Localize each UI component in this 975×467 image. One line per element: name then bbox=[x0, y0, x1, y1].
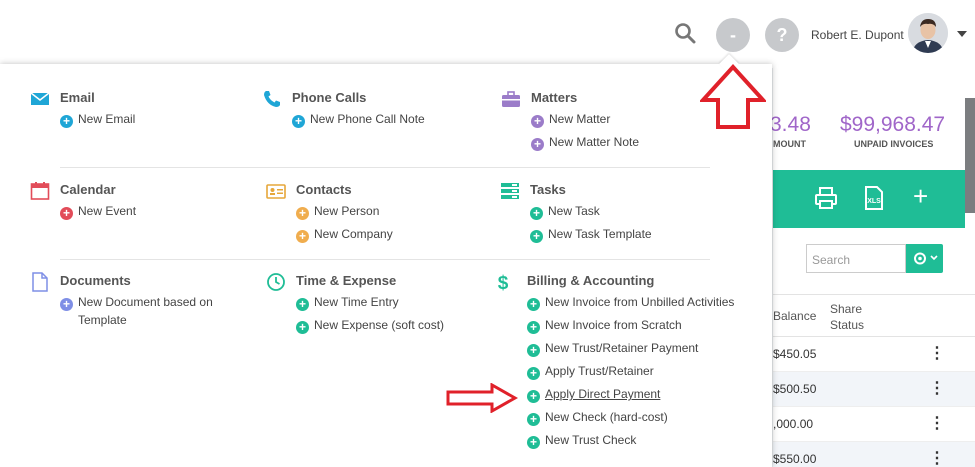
section-title: Billing & Accounting bbox=[527, 273, 655, 288]
briefcase-icon bbox=[501, 89, 521, 109]
plus-circle-icon: + bbox=[530, 207, 543, 220]
plus-circle-icon: + bbox=[60, 207, 73, 220]
kpi-unpaid-label: UNPAID INVOICES bbox=[854, 139, 934, 149]
menu-item-new-person[interactable]: + New Person bbox=[296, 202, 379, 220]
kebab-menu-icon[interactable]: ⋮ bbox=[929, 381, 945, 397]
section-title: Calendar bbox=[60, 182, 116, 197]
menu-item-new-event[interactable]: + New Event bbox=[60, 202, 136, 220]
menu-item-new-task[interactable]: + New Task bbox=[530, 202, 600, 220]
quick-add-menu: Email + New Email Phone Calls + New Phone … bbox=[0, 64, 772, 467]
help-icon[interactable]: ? bbox=[765, 18, 799, 52]
section-title: Contacts bbox=[296, 182, 352, 197]
avatar[interactable] bbox=[908, 13, 948, 53]
excel-export-icon[interactable]: XLS bbox=[861, 185, 887, 211]
plus-circle-icon: + bbox=[530, 230, 543, 243]
plus-circle-icon: + bbox=[531, 115, 544, 128]
plus-circle-icon: + bbox=[296, 321, 309, 334]
row-balance: $550.00 bbox=[773, 452, 817, 466]
menu-item-trust-payment[interactable]: + New Trust/Retainer Payment bbox=[527, 339, 698, 357]
table-row[interactable]: ,000.00 ⋮ bbox=[773, 407, 975, 442]
column-share-status[interactable]: Share Status bbox=[830, 301, 880, 333]
menu-item-new-document-from-template-line2[interactable]: Template bbox=[78, 311, 127, 329]
menu-item-new-email[interactable]: + New Email bbox=[60, 110, 135, 128]
menu-item-new-company[interactable]: + New Company bbox=[296, 225, 393, 243]
menu-item-new-check[interactable]: + New Check (hard-cost) bbox=[527, 408, 668, 426]
task-list-icon bbox=[500, 181, 520, 201]
menu-item-new-matter-note[interactable]: + New Matter Note bbox=[531, 133, 639, 151]
envelope-icon bbox=[30, 89, 50, 109]
row-balance: $450.05 bbox=[773, 347, 817, 361]
calendar-icon bbox=[30, 181, 50, 201]
table-row[interactable]: $500.50 ⋮ bbox=[773, 372, 975, 407]
add-icon[interactable]: + bbox=[913, 183, 928, 209]
section-title: Documents bbox=[60, 273, 131, 288]
menu-item-invoice-scratch[interactable]: + New Invoice from Scratch bbox=[527, 316, 682, 334]
section-title: Time & Expense bbox=[296, 273, 397, 288]
menu-item-invoice-unbilled[interactable]: + New Invoice from Unbilled Activities bbox=[527, 293, 734, 311]
print-icon[interactable] bbox=[813, 185, 839, 211]
settings-dropdown-button[interactable] bbox=[906, 244, 943, 273]
menu-item-new-task-template[interactable]: + New Task Template bbox=[530, 225, 652, 243]
plus-circle-icon: + bbox=[527, 390, 540, 403]
table-row[interactable]: $550.00 ⋮ bbox=[773, 442, 975, 467]
clock-icon bbox=[266, 272, 286, 292]
plus-circle-icon: + bbox=[527, 298, 540, 311]
chevron-down-icon[interactable] bbox=[957, 31, 967, 37]
menu-item-new-document-from-template[interactable]: + New Document based on bbox=[60, 293, 213, 311]
row-balance: ,000.00 bbox=[773, 417, 814, 431]
plus-circle-icon: + bbox=[527, 436, 540, 449]
menu-item-apply-trust[interactable]: + Apply Trust/Retainer bbox=[527, 362, 654, 380]
plus-circle-icon: + bbox=[527, 367, 540, 380]
phone-icon bbox=[262, 89, 282, 109]
row-balance: $500.50 bbox=[773, 382, 817, 396]
divider bbox=[60, 259, 710, 260]
up-arrow-annotation-icon bbox=[700, 64, 766, 129]
table-row[interactable]: $450.05 ⋮ bbox=[773, 337, 975, 372]
table-header: Balance Share Status bbox=[773, 294, 975, 337]
plus-circle-icon: + bbox=[531, 138, 544, 151]
plus-circle-icon: + bbox=[60, 298, 73, 311]
svg-text:XLS: XLS bbox=[867, 198, 881, 205]
divider bbox=[60, 167, 710, 168]
menu-item-new-expense[interactable]: + New Expense (soft cost) bbox=[296, 316, 444, 334]
svg-text:$: $ bbox=[498, 273, 509, 292]
plus-circle-icon: + bbox=[527, 321, 540, 334]
right-arrow-annotation-icon bbox=[446, 383, 518, 413]
menu-item-new-trust-check[interactable]: + New Trust Check bbox=[527, 431, 636, 449]
user-name[interactable]: Robert E. Dupont bbox=[811, 28, 904, 42]
plus-circle-icon: + bbox=[527, 413, 540, 426]
menu-item-new-time-entry[interactable]: + New Time Entry bbox=[296, 293, 399, 311]
section-title: Email bbox=[60, 90, 95, 105]
plus-circle-icon: + bbox=[60, 115, 73, 128]
menu-item-apply-direct-payment[interactable]: + Apply Direct Payment bbox=[527, 385, 660, 403]
search-input[interactable]: Search bbox=[806, 244, 906, 273]
plus-circle-icon: + bbox=[292, 115, 305, 128]
menu-item-new-matter[interactable]: + New Matter bbox=[531, 110, 610, 128]
kpi-amount-label: MOUNT bbox=[773, 139, 806, 149]
section-title: Matters bbox=[531, 90, 578, 105]
plus-circle-icon: + bbox=[296, 298, 309, 311]
menu-item-new-phone-call-note[interactable]: + New Phone Call Note bbox=[292, 110, 425, 128]
search-icon[interactable] bbox=[674, 22, 696, 44]
plus-circle-icon: + bbox=[527, 344, 540, 357]
quick-add-button[interactable]: - bbox=[716, 18, 750, 52]
side-scroll-handle[interactable] bbox=[965, 98, 975, 213]
contact-card-icon bbox=[266, 181, 286, 201]
column-balance[interactable]: Balance bbox=[773, 309, 816, 323]
kpi-unpaid-value: $99,968.47 bbox=[840, 113, 946, 136]
plus-circle-icon: + bbox=[296, 207, 309, 220]
kebab-menu-icon[interactable]: ⋮ bbox=[929, 346, 945, 362]
kebab-menu-icon[interactable]: ⋮ bbox=[929, 451, 945, 467]
section-title: Tasks bbox=[530, 182, 566, 197]
kpi-amount-value: 3.48 bbox=[770, 113, 811, 136]
dollar-icon: $ bbox=[497, 272, 517, 294]
top-header: - ? Robert E. Dupont bbox=[0, 0, 975, 68]
section-title: Phone Calls bbox=[292, 90, 367, 105]
kebab-menu-icon[interactable]: ⋮ bbox=[929, 416, 945, 432]
toolbar: XLS + bbox=[773, 170, 965, 228]
plus-circle-icon: + bbox=[296, 230, 309, 243]
document-icon bbox=[30, 272, 50, 292]
